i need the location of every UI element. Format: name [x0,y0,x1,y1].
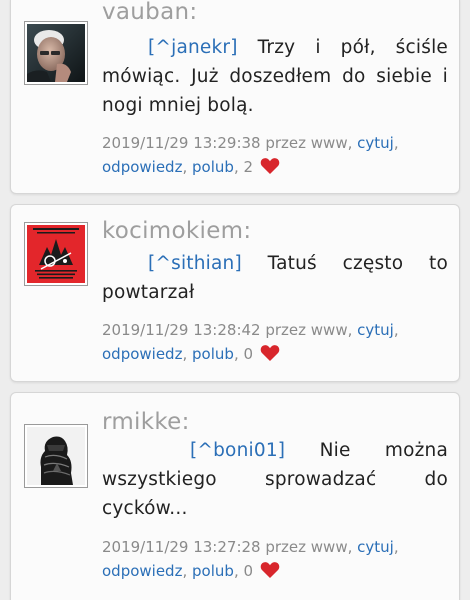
reply-link[interactable]: odpowiedz [102,345,182,363]
comment-meta: 2019/11/29 13:29:38 przez www, cytuj, od… [102,131,452,179]
avatar[interactable] [24,424,88,488]
reply-link[interactable]: odpowiedz [102,562,182,580]
cite-link[interactable]: cytuj [357,134,394,152]
comment-meta: 2019/11/29 13:28:42 przez www, cytuj, od… [102,318,452,366]
comment-card: rmikke: [^boni01] Nie można wszystkiego … [10,392,460,600]
like-count: 2 [243,158,254,176]
avatar[interactable] [24,21,88,85]
heart-icon[interactable] [260,561,280,579]
quote-user-link[interactable]: [^janekr] [148,37,238,58]
comment-card: vauban: [^janekr] Trzy i pół, ściśle mów… [10,0,460,194]
avatar[interactable] [24,222,88,286]
timestamp: 2019/11/29 13:28:42 przez www, [102,321,353,339]
separator: , [393,134,399,152]
reply-link[interactable]: odpowiedz [102,158,182,176]
comment-text: [^sithian] Tatuś często to powtarzał [102,249,448,307]
like-link[interactable]: polub [192,158,234,176]
separator: , [233,158,239,176]
separator: , [233,345,239,363]
separator: , [182,562,188,580]
separator: , [182,158,188,176]
like-count: 0 [243,345,254,363]
separator: , [182,345,188,363]
username[interactable]: rmikke: [102,409,190,435]
elderly-man-portrait-icon [27,24,85,82]
timestamp: 2019/11/29 13:27:28 przez www, [102,538,353,556]
separator: , [233,562,239,580]
dark-figure-avatar-icon [27,427,85,485]
like-count: 0 [243,562,254,580]
separator: , [393,321,399,339]
username[interactable]: kocimokiem: [102,218,251,244]
cite-link[interactable]: cytuj [357,538,394,556]
comment-text: [^janekr] Trzy i pół, ściśle mówiąc. Już… [102,33,448,120]
like-link[interactable]: polub [192,345,234,363]
quote-user-link[interactable]: [^sithian] [148,253,242,274]
comment-card: kocimokiem: [^sithian] Tatuś często to p… [10,204,460,382]
comment-meta: 2019/11/29 13:27:28 przez www, cytuj, od… [102,535,452,583]
heart-icon[interactable] [260,157,280,175]
heart-icon[interactable] [260,344,280,362]
timestamp: 2019/11/29 13:29:38 przez www, [102,134,353,152]
like-link[interactable]: polub [192,562,234,580]
separator: , [393,538,399,556]
username[interactable]: vauban: [102,0,197,25]
quote-user-link[interactable]: [^boni01] [190,440,285,461]
cite-link[interactable]: cytuj [357,321,394,339]
red-poster-avatar-icon [27,225,85,283]
comment-text: [^boni01] Nie można wszystkiego sprowadz… [102,436,448,523]
